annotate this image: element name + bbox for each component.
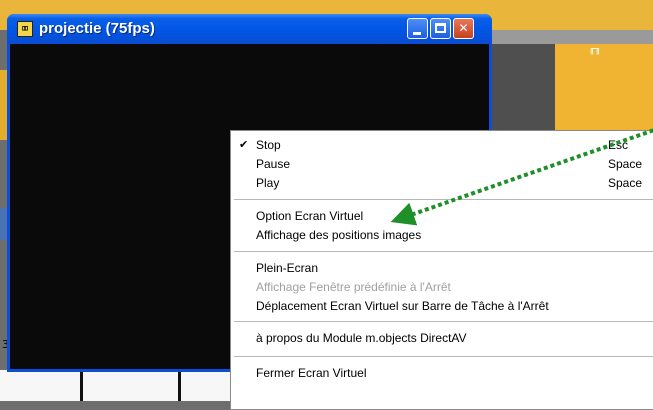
menu-item-stop[interactable]: ✔ Stop Esc [231, 136, 653, 154]
menu-item-label: Play [256, 176, 280, 190]
menu-item-label: Pause [256, 157, 291, 171]
menu-item-label: Déplacement Ecran Virtuel sur Barre de T… [256, 299, 549, 313]
menu-item-label: à propos du Module m.objects DirectAV [256, 331, 467, 345]
menu-item-plein-ecran[interactable]: Plein-Ecran [231, 259, 653, 277]
menu-separator [234, 321, 653, 322]
menu-item-label: Plein-Ecran [256, 261, 319, 275]
menu-item-label: Affichage Fenêtre prédéfinie à l'Arrêt [256, 280, 451, 294]
background-yellow-shape [555, 44, 653, 144]
minimize-button[interactable] [407, 18, 428, 39]
bottom-divider [178, 370, 181, 401]
close-icon: ✕ [458, 21, 469, 35]
menu-item-shortcut: Space [608, 157, 643, 171]
close-button[interactable]: ✕ [453, 18, 474, 39]
window-title-bar[interactable]: ⌧ projectie (75fps) ✕ [7, 14, 492, 44]
menu-separator [234, 251, 653, 252]
menu-separator [234, 356, 653, 357]
checkmark-icon: ✔ [239, 139, 249, 151]
menu-item-pause[interactable]: Pause Space [231, 155, 653, 173]
menu-item-affichage-positions[interactable]: Affichage des positions images [231, 226, 653, 244]
timeline-marker-icon: ╓╖ [589, 44, 602, 55]
context-menu: ✔ Stop Esc Pause Space Play Space Option… [230, 130, 653, 410]
app-icon[interactable]: ⌧ [17, 21, 33, 37]
menu-item-deplacement-ecran[interactable]: Déplacement Ecran Virtuel sur Barre de T… [231, 297, 653, 315]
menu-item-shortcut: Esc [608, 138, 629, 152]
menu-item-fermer-ecran[interactable]: Fermer Ecran Virtuel [231, 364, 653, 382]
maximize-icon [435, 23, 446, 33]
menu-item-label: Affichage des positions images [256, 228, 422, 242]
menu-item-affichage-fenetre: Affichage Fenêtre prédéfinie à l'Arrêt [231, 278, 653, 296]
maximize-button[interactable] [430, 18, 451, 39]
menu-item-play[interactable]: Play Space [231, 174, 653, 192]
minimize-icon [413, 32, 421, 35]
background-toolbar-strip [490, 30, 653, 44]
menu-separator [234, 199, 653, 200]
menu-item-shortcut: Space [608, 176, 643, 190]
menu-item-label: Option Ecran Virtuel [256, 209, 364, 223]
window-title: projectie (75fps) [39, 20, 155, 37]
menu-item-option-ecran-virtuel[interactable]: Option Ecran Virtuel [231, 207, 653, 225]
menu-item-a-propos[interactable]: à propos du Module m.objects DirectAV [231, 329, 653, 347]
menu-item-label: Fermer Ecran Virtuel [256, 366, 367, 380]
menu-item-label: Stop [256, 138, 281, 152]
bottom-divider [80, 370, 83, 401]
